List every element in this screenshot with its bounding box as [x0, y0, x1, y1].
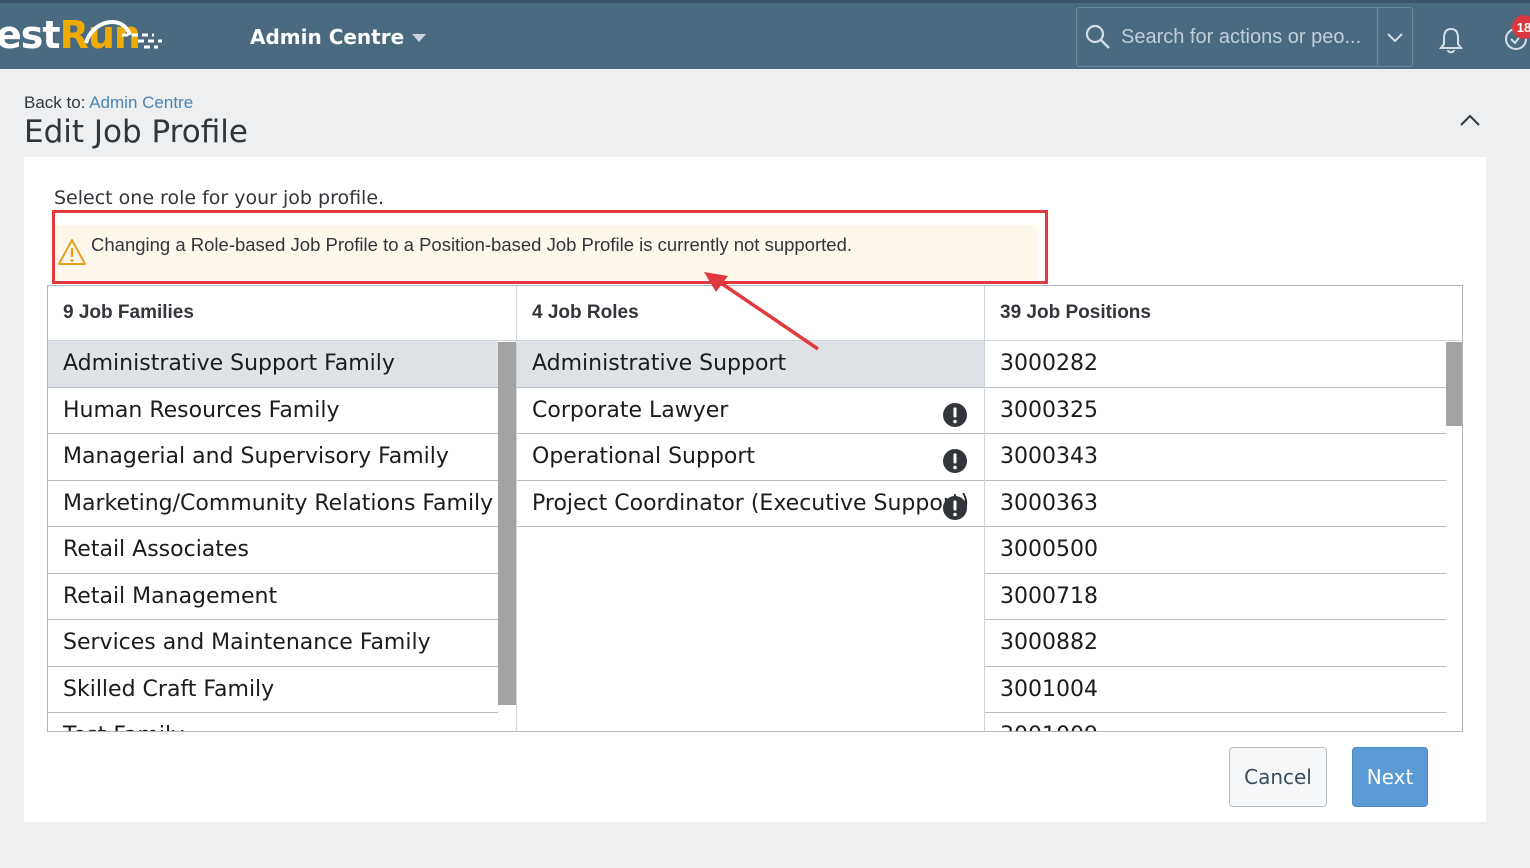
- collapse-header-icon[interactable]: [1455, 107, 1485, 133]
- list-item-position[interactable]: 3000882: [985, 620, 1446, 667]
- role-label: Operational Support: [532, 444, 756, 470]
- list-item-family[interactable]: Administrative Support Family: [48, 341, 498, 388]
- list-item-position[interactable]: 3000363: [985, 481, 1446, 527]
- job-families-list: Administrative Support Family Human Reso…: [48, 341, 516, 731]
- logo-text-part1: est: [0, 13, 61, 57]
- list-item-position[interactable]: 3000500: [985, 527, 1446, 574]
- list-item-family[interactable]: Services and Maintenance Family: [48, 620, 498, 667]
- job-families-header: 9 Job Families: [48, 286, 516, 341]
- search-input[interactable]: Search for actions or peo...: [1113, 26, 1377, 49]
- families-scrollbar[interactable]: [498, 342, 516, 705]
- notification-bell-icon[interactable]: [1436, 25, 1466, 55]
- list-item-role[interactable]: Operational Support: [517, 434, 984, 481]
- shell-bar: estRun Admin Centre Search for actions o…: [0, 0, 1530, 69]
- logo-swoosh-icon: [84, 20, 162, 49]
- todo-button[interactable]: 18: [1502, 15, 1530, 57]
- list-item-position[interactable]: 3000343: [985, 434, 1446, 481]
- role-label: Corporate Lawyer: [532, 397, 729, 423]
- list-item-position[interactable]: 3001004: [985, 667, 1446, 713]
- role-label: Project Coordinator (Executive Support): [532, 490, 970, 516]
- job-positions-column: 39 Job Positions 3000282 3000325 3000343…: [984, 286, 1462, 731]
- list-item-role[interactable]: Administrative Support: [517, 341, 984, 388]
- warning-message-strip: Changing a Role-based Job Profile to a P…: [54, 225, 1037, 280]
- positions-scrollbar[interactable]: [1446, 342, 1462, 426]
- job-families-column: 9 Job Families Administrative Support Fa…: [48, 286, 516, 731]
- list-item-family[interactable]: Retail Associates: [48, 527, 498, 574]
- job-profile-card: Select one role for your job profile. Ch…: [24, 157, 1486, 822]
- warning-text: Changing a Role-based Job Profile to a P…: [91, 234, 852, 255]
- job-positions-header: 39 Job Positions: [985, 286, 1462, 341]
- job-selection-columns: 9 Job Families Administrative Support Fa…: [47, 285, 1463, 732]
- search-icon: [1085, 24, 1110, 49]
- list-item-family[interactable]: Human Resources Family: [48, 388, 498, 434]
- chevron-down-icon: [412, 34, 427, 42]
- breadcrumb: Back to: Admin Centre: [24, 93, 193, 113]
- role-label: Administrative Support: [532, 351, 787, 377]
- exclamation-icon: [943, 402, 967, 427]
- exclamation-icon: [943, 495, 967, 520]
- list-item-position[interactable]: 3000718: [985, 574, 1446, 620]
- list-item-position[interactable]: 3000282: [985, 341, 1446, 388]
- cancel-button[interactable]: Cancel: [1229, 747, 1327, 807]
- list-item-family[interactable]: Test Family: [48, 713, 498, 731]
- chevron-down-icon: [1387, 33, 1403, 43]
- list-item-family[interactable]: Skilled Craft Family: [48, 667, 498, 713]
- list-item-role[interactable]: Corporate Lawyer: [517, 388, 984, 434]
- list-item-family[interactable]: Marketing/Community Relations Family: [48, 481, 498, 527]
- admin-centre-menu[interactable]: Admin Centre: [250, 25, 427, 49]
- list-item-position[interactable]: 3000325: [985, 388, 1446, 434]
- menu-title-label: Admin Centre: [250, 25, 405, 49]
- warning-icon: [58, 239, 86, 265]
- instruction-text: Select one role for your job profile.: [54, 187, 385, 209]
- list-item-role[interactable]: Project Coordinator (Executive Support): [517, 481, 984, 527]
- next-button[interactable]: Next: [1352, 747, 1428, 807]
- job-roles-list: Administrative Support Corporate Lawyer …: [517, 341, 984, 527]
- page-title: Edit Job Profile: [24, 114, 248, 150]
- job-roles-column: 4 Job Roles Administrative Support Corpo…: [516, 286, 984, 731]
- list-item-family[interactable]: Retail Management: [48, 574, 498, 620]
- search-scope-dropdown[interactable]: [1377, 8, 1412, 66]
- back-link-admin-centre[interactable]: Admin Centre: [89, 93, 193, 112]
- job-positions-list: 3000282 3000325 3000343 3000363 3000500 …: [985, 341, 1462, 731]
- list-item-family[interactable]: Managerial and Supervisory Family: [48, 434, 498, 481]
- back-label: Back to:: [24, 93, 86, 112]
- exclamation-icon: [943, 449, 967, 473]
- global-search[interactable]: Search for actions or peo...: [1076, 7, 1413, 67]
- job-roles-header: 4 Job Roles: [517, 286, 984, 341]
- list-item-position[interactable]: 3001009: [985, 713, 1446, 731]
- notification-badge: 18: [1512, 15, 1530, 39]
